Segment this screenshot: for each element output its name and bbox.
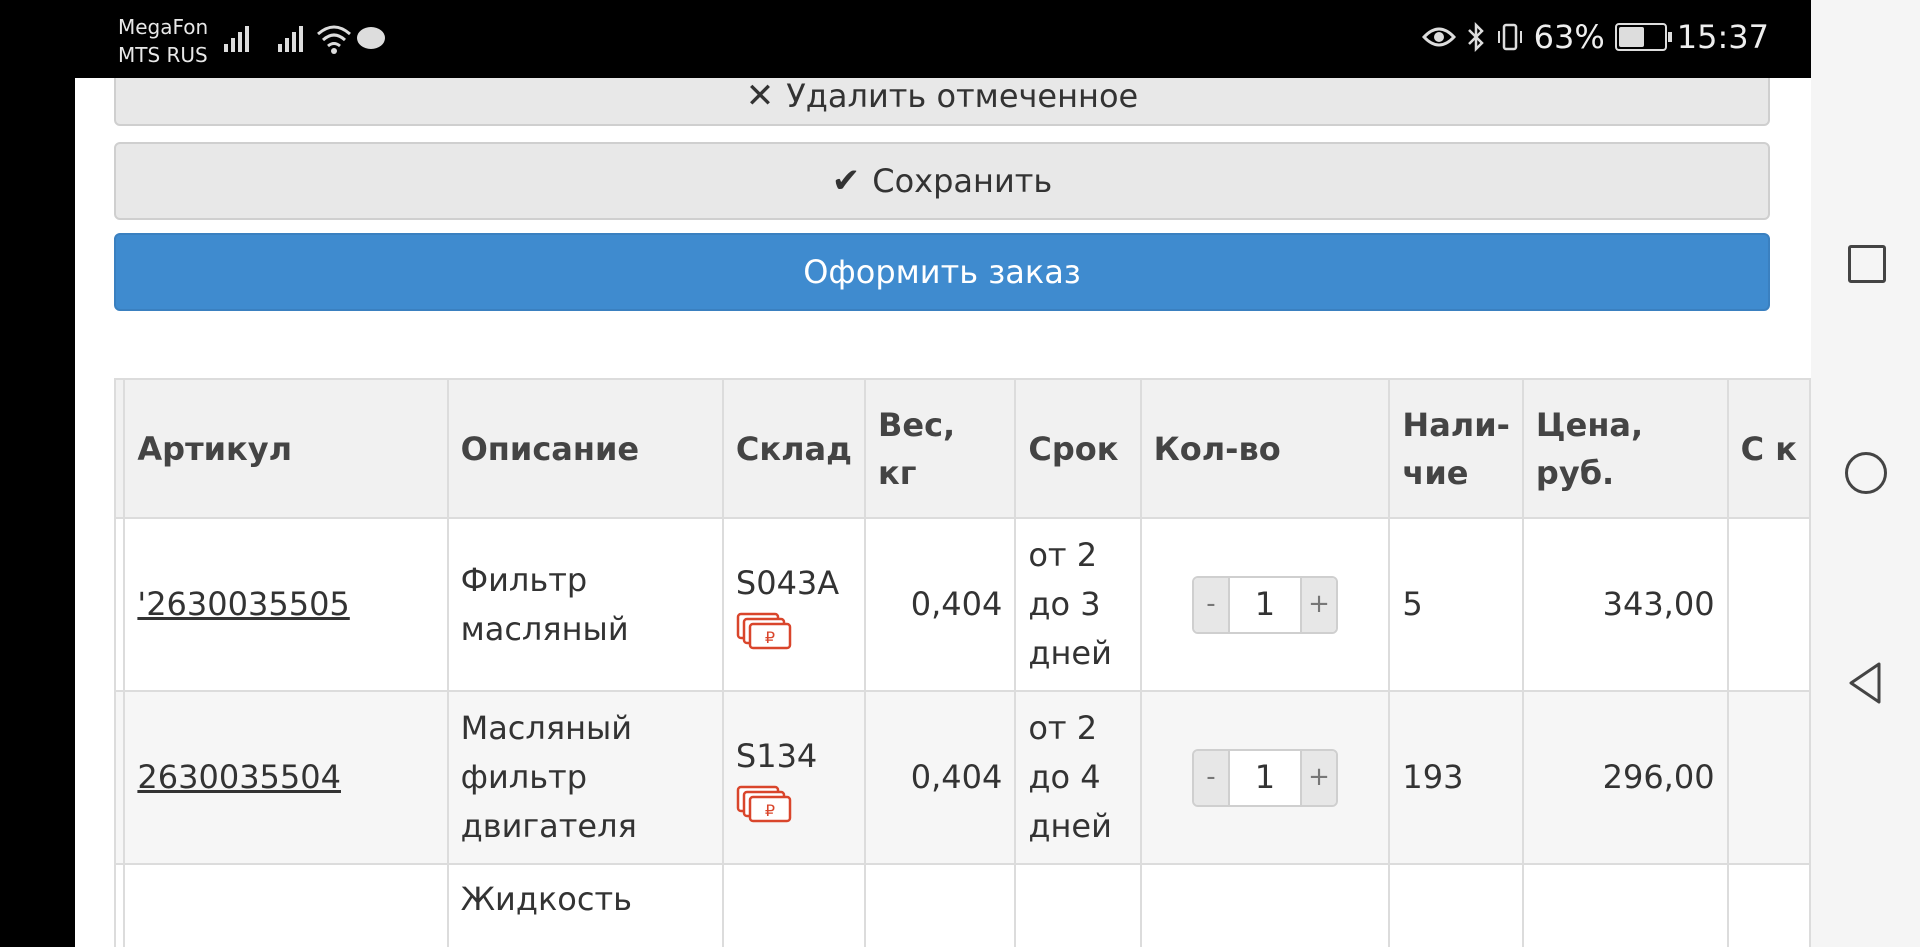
- message-icon: [357, 27, 385, 49]
- header-price[interactable]: Цена, руб.: [1521, 378, 1729, 519]
- save-label: Сохранить: [872, 162, 1053, 200]
- description-cell: Масляный фильтр двигателя: [446, 690, 724, 865]
- cart-table: Артикул Описание Склад Вес, кг Срок Кол-…: [113, 378, 1811, 947]
- table-row: 2630035504 Масляный фильтр двигателя S13…: [113, 690, 1811, 865]
- header-term[interactable]: Срок: [1014, 378, 1142, 519]
- description-cell: Фильтр масляный: [446, 517, 724, 692]
- bluetooth-icon: [1467, 22, 1484, 52]
- article-link[interactable]: '2630035505: [137, 585, 349, 623]
- check-icon: ✔: [831, 161, 861, 201]
- signal-2-icon: [278, 24, 303, 52]
- header-warehouse[interactable]: Склад: [721, 378, 866, 519]
- qty-plus-button[interactable]: +: [1301, 577, 1336, 632]
- quantity-stepper: - 1 +: [1154, 748, 1377, 807]
- article-cell: '2630035505: [123, 517, 449, 692]
- times-icon: ✕: [745, 78, 775, 116]
- header-next: С к: [1726, 378, 1811, 519]
- cart-page: ✕ Удалить отмеченное ✔ Сохранить Оформит…: [75, 78, 1811, 947]
- svg-text:₽: ₽: [765, 801, 775, 820]
- wifi-icon: [317, 25, 351, 54]
- warehouse-cell: S134 ₽: [721, 690, 866, 865]
- ruble-cards-icon: ₽: [736, 612, 792, 650]
- qty-cell: - 1 +: [1139, 517, 1391, 692]
- price-cell: 343,00: [1521, 517, 1729, 692]
- vibrate-icon: [1497, 23, 1522, 51]
- warehouse-code: S043A: [735, 564, 840, 602]
- table-header: Артикул Описание Склад Вес, кг Срок Кол-…: [113, 378, 1811, 519]
- delete-selected-button[interactable]: ✕ Удалить отмеченное: [114, 78, 1770, 126]
- availability-cell: 193: [1388, 690, 1524, 865]
- eye-icon: [1421, 27, 1456, 47]
- warehouse-cell: S043A ₽: [721, 517, 866, 692]
- ruble-cards-icon: ₽: [736, 785, 792, 823]
- status-right: 63% 15:37: [1421, 18, 1769, 56]
- description-cell: Жидкость: [446, 863, 724, 947]
- header-article[interactable]: Артикул: [123, 378, 449, 519]
- weight-cell: 0,404: [863, 517, 1017, 692]
- qty-input[interactable]: 1: [1227, 577, 1302, 632]
- header-checkbox: [113, 378, 126, 519]
- checkout-label: Оформить заказ: [803, 253, 1081, 291]
- delete-selected-label: Удалить отмеченное: [786, 78, 1139, 115]
- warehouse-code: S134: [735, 737, 818, 775]
- qty-plus-button[interactable]: +: [1301, 750, 1336, 805]
- battery-percent: 63%: [1533, 18, 1605, 56]
- battery-icon: [1614, 23, 1672, 51]
- svg-text:₽: ₽: [765, 628, 775, 647]
- table-row: '2630035505 Фильтр масляный S043A ₽ 0,40…: [113, 517, 1811, 692]
- article-link[interactable]: 2630035504: [137, 758, 341, 796]
- qty-minus-button[interactable]: -: [1193, 750, 1228, 805]
- carrier-2: MTS RUS: [118, 43, 208, 67]
- checkout-button[interactable]: Оформить заказ: [114, 233, 1770, 311]
- table-row: Жидкость: [113, 863, 1811, 947]
- header-description[interactable]: Описание: [446, 378, 724, 519]
- availability-cell: 5: [1388, 517, 1524, 692]
- term-cell: от 2 до 3 дней: [1014, 517, 1142, 692]
- qty-input[interactable]: 1: [1227, 750, 1302, 805]
- qty-minus-button[interactable]: -: [1193, 577, 1228, 632]
- home-circle-icon[interactable]: [1845, 452, 1887, 494]
- term-cell: от 2 до 4 дней: [1014, 690, 1142, 865]
- save-button[interactable]: ✔ Сохранить: [114, 142, 1770, 220]
- header-qty[interactable]: Кол-во: [1139, 378, 1391, 519]
- signal-1-icon: [224, 24, 249, 52]
- qty-cell: - 1 +: [1139, 690, 1391, 865]
- header-weight[interactable]: Вес, кг: [863, 378, 1017, 519]
- recents-square-icon[interactable]: [1848, 245, 1886, 283]
- article-cell: 2630035504: [123, 690, 449, 865]
- quantity-stepper: - 1 +: [1154, 575, 1377, 634]
- carrier-names: MegaFon MTS RUS: [118, 13, 208, 69]
- back-triangle-icon[interactable]: [1845, 660, 1885, 706]
- weight-cell: 0,404: [863, 690, 1017, 865]
- status-bar: MegaFon MTS RUS 63% 15:37: [0, 0, 1811, 78]
- header-availability[interactable]: Нали-чие: [1388, 378, 1524, 519]
- carrier-1: MegaFon: [118, 15, 209, 39]
- price-cell: 296,00: [1521, 690, 1729, 865]
- clock: 15:37: [1676, 18, 1769, 56]
